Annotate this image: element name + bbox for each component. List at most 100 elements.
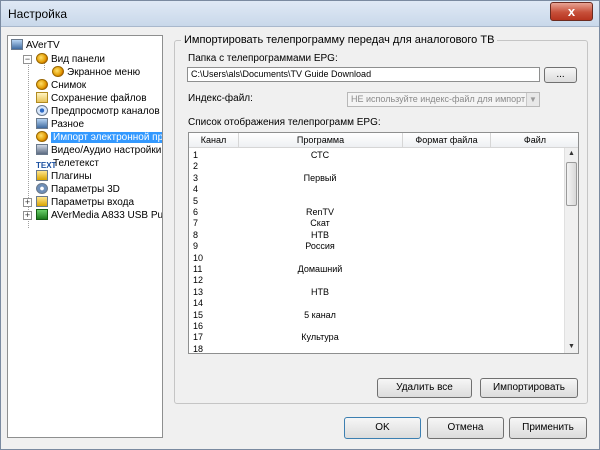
table-row[interactable]: 5: [189, 196, 564, 207]
tree-item-misc[interactable]: Разное: [36, 118, 84, 131]
chevron-down-icon[interactable]: ▼: [526, 93, 539, 106]
table-row[interactable]: 10: [189, 253, 564, 264]
table-header: Канал Программа Формат файла Файл: [189, 133, 578, 148]
channel-cell: 6: [193, 207, 199, 217]
snapshot-icon: [36, 79, 48, 90]
scroll-up-icon[interactable]: ▲: [565, 148, 578, 160]
index-file-select[interactable]: НЕ используйте индекс-файл для импорт ▼: [347, 92, 540, 107]
scrollbar-thumb[interactable]: [566, 162, 577, 206]
epg-table[interactable]: Канал Программа Формат файла Файл 1 СТС 2 3…: [188, 132, 579, 354]
channel-cell: 12: [193, 275, 204, 286]
table-row[interactable]: 18: [189, 343, 564, 354]
channel-cell: 10: [193, 252, 204, 263]
scroll-down-icon[interactable]: ▼: [565, 341, 578, 353]
program-cell: СТС: [310, 150, 330, 160]
table-row[interactable]: 13 НТВ: [189, 287, 564, 298]
channel-cell: 8: [193, 229, 199, 240]
tree-item-video-audio[interactable]: Видео/Аудио настройки: [36, 144, 161, 157]
table-row[interactable]: 12: [189, 275, 564, 286]
delete-all-button[interactable]: Удалить все: [377, 378, 472, 398]
table-row[interactable]: 11 Домашний: [189, 264, 564, 275]
program-cell: Россия: [305, 241, 335, 252]
table-row[interactable]: 4: [189, 184, 564, 195]
table-row[interactable]: 15 5 канал: [189, 310, 564, 321]
epg-icon: [36, 131, 48, 142]
channel-cell: 4: [193, 184, 199, 195]
expand-view-panel-toggle[interactable]: −: [23, 55, 32, 64]
program-cell: Скат: [310, 218, 330, 229]
column-header-file[interactable]: Файл: [491, 133, 578, 148]
column-header-program[interactable]: Программа: [239, 133, 403, 148]
gear-icon: [36, 183, 48, 194]
channel-cell: 13: [193, 286, 204, 297]
tree-item-3d[interactable]: Параметры 3D: [36, 183, 120, 196]
program-cell: НТВ: [311, 229, 329, 240]
group-title: Импортировать телепрограмму передач для …: [181, 34, 498, 46]
column-header-format[interactable]: Формат файла: [403, 133, 491, 148]
channel-cell: 15: [193, 309, 204, 320]
tree-item-file-saving[interactable]: Сохранение файлов: [36, 92, 147, 105]
channel-cell: 18: [193, 343, 204, 354]
channel-cell: 5: [193, 195, 199, 206]
channel-cell: 16: [193, 321, 204, 331]
table-row[interactable]: 2: [189, 161, 564, 172]
index-file-label: Индекс-файл:: [188, 93, 253, 104]
epg-folder-label: Папка с телепрограммами EPG:: [188, 53, 338, 64]
table-row[interactable]: 1 СТС: [189, 150, 564, 161]
title-bar[interactable]: Настройка x: [1, 1, 599, 27]
close-icon: x: [567, 4, 576, 19]
program-cell: RenTV: [305, 207, 334, 217]
import-button[interactable]: Импортировать: [480, 378, 578, 398]
avertv-icon: [11, 39, 23, 50]
program-cell: НТВ: [311, 286, 329, 297]
settings-window: Настройка x AVerTV − Вид панели Экранное…: [0, 0, 600, 450]
tree-item-osd[interactable]: Экранное меню: [52, 66, 140, 79]
cancel-button[interactable]: Отмена: [427, 417, 504, 439]
channel-cell: 14: [193, 298, 204, 309]
channel-cell: 3: [193, 172, 199, 183]
channel-cell: 2: [193, 161, 199, 172]
channel-cell: 9: [193, 241, 199, 252]
tree-item-epg-import[interactable]: Импорт электронной прог: [36, 131, 162, 144]
table-row[interactable]: 8 НТВ: [189, 230, 564, 241]
program-cell: 5 канал: [304, 309, 336, 320]
tree-item-avertv[interactable]: AVerTV: [11, 39, 60, 52]
ok-button[interactable]: OK: [344, 417, 421, 439]
table-scrollbar[interactable]: ▲ ▼: [564, 148, 578, 353]
close-button[interactable]: x: [550, 2, 593, 21]
channel-cell: 1: [193, 150, 199, 160]
window-title: Настройка: [8, 7, 68, 21]
expand-device-toggle[interactable]: +: [23, 211, 32, 220]
program-cell: Первый: [303, 172, 337, 183]
tree-item-channel-preview[interactable]: Предпросмотр каналов: [36, 105, 160, 118]
radioactive-icon: [52, 66, 64, 77]
table-row[interactable]: 3 Первый: [189, 173, 564, 184]
tree-item-input-params[interactable]: Параметры входа: [36, 196, 134, 209]
channel-cell: 11: [193, 264, 203, 274]
epg-folder-field[interactable]: C:\Users\als\Documents\TV Guide Download: [187, 67, 540, 82]
channel-cell: 7: [193, 218, 199, 229]
teletext-icon: TEXT: [36, 161, 57, 170]
program-cell: Культура: [301, 332, 339, 343]
tree-item-device[interactable]: AVerMedia A833 USB Pure: [36, 209, 162, 222]
tree-item-view-panel[interactable]: Вид панели: [36, 53, 105, 66]
table-row[interactable]: 17 Культура: [189, 332, 564, 343]
plugin-icon: [36, 170, 48, 181]
channel-cell: 17: [193, 332, 204, 343]
apply-button[interactable]: Применить: [509, 417, 587, 439]
program-cell: Домашний: [297, 264, 343, 274]
table-row[interactable]: 9 Россия: [189, 241, 564, 252]
table-row[interactable]: 14: [189, 298, 564, 309]
browse-button[interactable]: ...: [544, 67, 577, 83]
expand-input-params-toggle[interactable]: +: [23, 198, 32, 207]
column-header-channel[interactable]: Канал: [189, 133, 239, 148]
tuner-card-icon: [36, 209, 48, 220]
tree-item-teletext[interactable]: TEXTТелетекст: [36, 157, 99, 170]
tree-item-snapshot[interactable]: Снимок: [36, 79, 86, 92]
input-icon: [36, 196, 48, 207]
settings-tree: AVerTV − Вид панели Экранное меню Снимок…: [7, 35, 163, 438]
table-row[interactable]: 7 Скат: [189, 218, 564, 229]
tree-item-plugins[interactable]: Плагины: [36, 170, 92, 183]
table-row[interactable]: 16: [189, 321, 564, 332]
table-row[interactable]: 6 RenTV: [189, 207, 564, 218]
